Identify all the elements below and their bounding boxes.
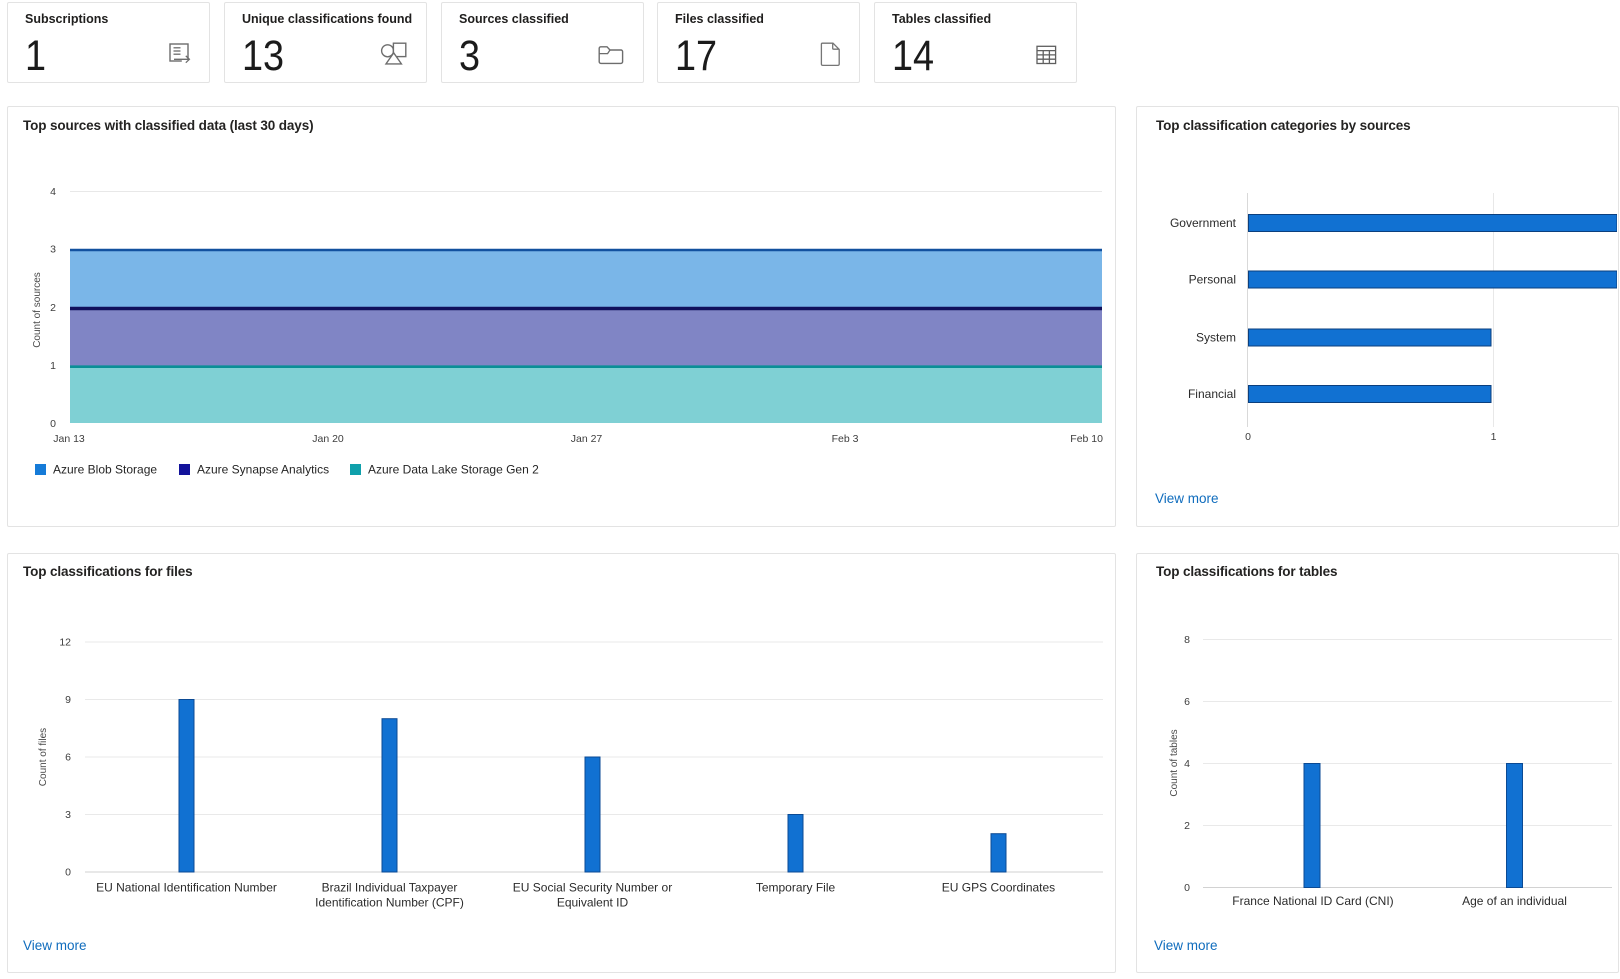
svg-text:4: 4 (50, 186, 56, 198)
svg-text:System: System (1196, 331, 1236, 345)
svg-text:Age of an individual: Age of an individual (1462, 894, 1567, 908)
svg-text:Brazil Individual Taxpayer: Brazil Individual Taxpayer (322, 881, 458, 895)
svg-text:Temporary File: Temporary File (756, 881, 836, 895)
svg-text:1: 1 (1491, 431, 1497, 443)
svg-text:Equivalent ID: Equivalent ID (557, 896, 629, 910)
svg-text:12: 12 (59, 637, 71, 649)
svg-text:EU National Identification Num: EU National Identification Number (96, 881, 277, 895)
svg-text:Feb 10: Feb 10 (1070, 433, 1103, 445)
svg-text:8: 8 (1184, 634, 1190, 646)
svg-text:Financial: Financial (1188, 387, 1236, 401)
svg-text:EU GPS Coordinates: EU GPS Coordinates (942, 881, 1055, 895)
svg-text:Jan 13: Jan 13 (53, 433, 85, 445)
svg-text:Azure Data Lake Storage Gen 2: Azure Data Lake Storage Gen 2 (368, 463, 539, 477)
svg-text:2: 2 (50, 302, 56, 314)
svg-text:0: 0 (65, 867, 71, 879)
svg-text:Jan 27: Jan 27 (571, 433, 603, 445)
svg-text:Count of tables: Count of tables (1169, 729, 1180, 796)
svg-text:Government: Government (1170, 216, 1237, 230)
svg-text:2: 2 (1184, 820, 1190, 832)
svg-text:9: 9 (65, 694, 71, 706)
svg-text:6: 6 (1184, 696, 1190, 708)
svg-text:Personal: Personal (1189, 273, 1236, 287)
svg-text:EU Social Security Number or: EU Social Security Number or (513, 881, 672, 895)
svg-text:Azure Synapse Analytics: Azure Synapse Analytics (197, 463, 329, 477)
svg-text:Identification Number (CPF): Identification Number (CPF) (315, 896, 464, 910)
svg-text:France National ID Card (CNI): France National ID Card (CNI) (1232, 894, 1393, 908)
svg-text:4: 4 (1184, 758, 1190, 770)
svg-text:3: 3 (65, 809, 71, 821)
svg-text:3: 3 (50, 244, 56, 256)
svg-text:6: 6 (65, 752, 71, 764)
svg-text:0: 0 (50, 418, 56, 430)
svg-text:Jan 20: Jan 20 (312, 433, 344, 445)
svg-text:1: 1 (50, 360, 56, 372)
svg-text:Count of files: Count of files (38, 728, 49, 786)
svg-text:Azure Blob Storage: Azure Blob Storage (53, 463, 157, 477)
svg-text:0: 0 (1184, 882, 1190, 894)
svg-text:Count of sources: Count of sources (32, 272, 43, 348)
svg-text:0: 0 (1245, 431, 1251, 443)
svg-text:Feb 3: Feb 3 (832, 433, 859, 445)
